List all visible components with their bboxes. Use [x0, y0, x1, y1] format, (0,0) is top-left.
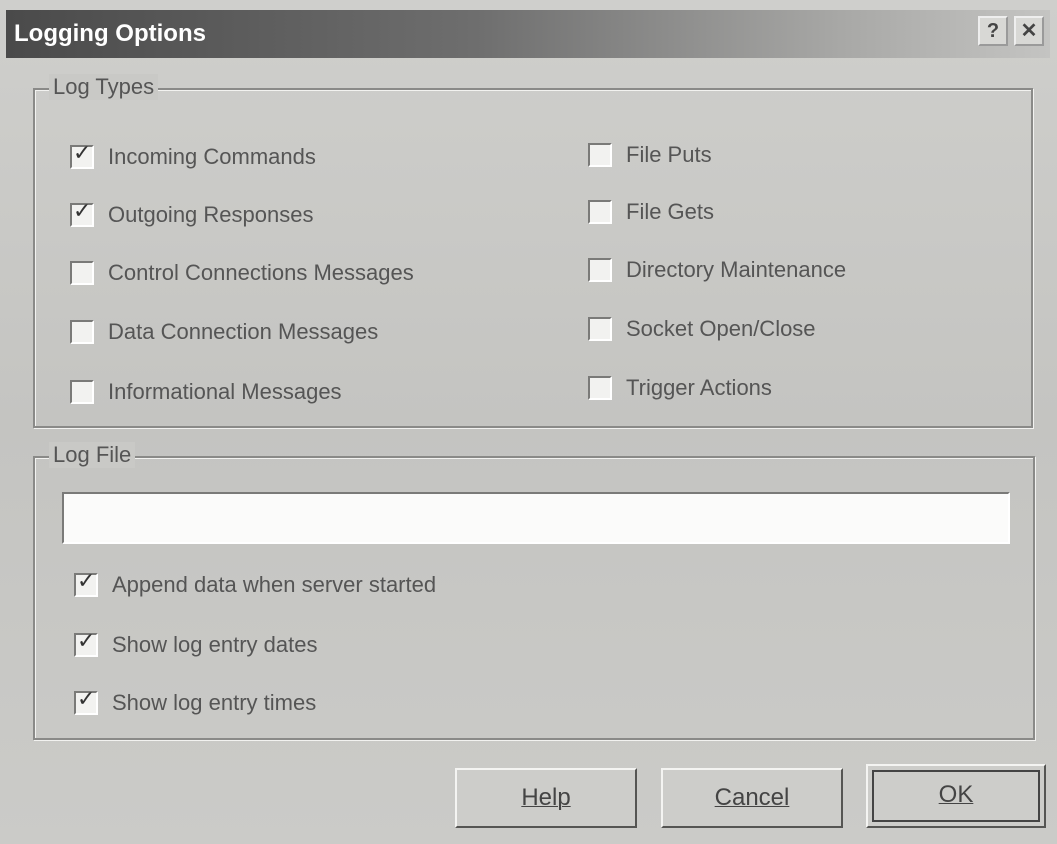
log-file-legend: Log File [49, 442, 136, 468]
window-title: Logging Options [14, 20, 206, 47]
checkbox-label: Control Connections Messages [108, 260, 414, 285]
help-button-label: Help [521, 784, 571, 811]
append-data-checkbox[interactable]: ✓ Append data when server started [74, 568, 437, 598]
check-icon: ✓ [77, 568, 96, 593]
checkbox-label: File Puts [626, 142, 712, 167]
data-connection-messages-checkbox[interactable]: Data Connection Messages [70, 319, 378, 345]
log-types-legend: Log Types [49, 74, 159, 100]
cancel-button-label: Cancel [714, 784, 790, 811]
file-puts-checkbox[interactable]: File Puts [588, 142, 712, 168]
checkbox-box[interactable]: ✓ [70, 140, 94, 169]
logging-options-dialog: Logging Options ? ✕ Log Types ✓ Incoming… [0, 0, 1057, 844]
checkbox-box[interactable] [588, 143, 612, 167]
checkbox-label: Directory Maintenance [626, 257, 847, 282]
checkbox-box[interactable] [70, 380, 94, 404]
log-file-path-input[interactable] [62, 492, 1010, 544]
checkbox-label: Socket Open/Close [626, 316, 816, 341]
checkbox-label: Append data when server started [112, 572, 437, 597]
checkbox-label: Show log entry times [112, 690, 317, 715]
incoming-commands-checkbox[interactable]: ✓ Incoming Commands [70, 140, 316, 170]
checkbox-box[interactable] [588, 376, 612, 400]
checkbox-label: Trigger Actions [626, 375, 772, 400]
help-button[interactable]: Help [455, 768, 637, 828]
check-icon: ✓ [77, 628, 96, 653]
show-log-entry-dates-checkbox[interactable]: ✓ Show log entry dates [74, 628, 318, 658]
checkbox-box[interactable] [588, 317, 612, 341]
checkbox-label: File Gets [626, 199, 715, 224]
checkbox-box[interactable] [588, 258, 612, 282]
show-log-entry-times-checkbox[interactable]: ✓ Show log entry times [74, 686, 317, 716]
check-icon: ✓ [77, 686, 96, 711]
checkbox-box[interactable] [70, 320, 94, 344]
control-connections-messages-checkbox[interactable]: Control Connections Messages [70, 260, 414, 286]
checkbox-label: Data Connection Messages [108, 319, 379, 344]
log-types-group: Log Types [33, 74, 1033, 428]
checkbox-label: Show log entry dates [112, 632, 318, 657]
checkbox-box[interactable]: ✓ [74, 568, 98, 597]
checkbox-box[interactable]: ✓ [74, 628, 98, 657]
checkbox-label: Incoming Commands [108, 144, 316, 169]
close-icon[interactable]: ✕ [1014, 16, 1044, 46]
socket-open-close-checkbox[interactable]: Socket Open/Close [588, 316, 816, 342]
trigger-actions-checkbox[interactable]: Trigger Actions [588, 375, 772, 401]
checkbox-box[interactable] [70, 261, 94, 285]
file-gets-checkbox[interactable]: File Gets [588, 199, 714, 225]
checkbox-label: Informational Messages [108, 379, 342, 404]
outgoing-responses-checkbox[interactable]: ✓ Outgoing Responses [70, 198, 314, 228]
title-bar[interactable]: Logging Options ? ✕ [6, 10, 1050, 58]
check-icon: ✓ [73, 140, 92, 165]
ok-button[interactable]: OK [866, 764, 1046, 828]
informational-messages-checkbox[interactable]: Informational Messages [70, 379, 342, 405]
ok-button-label: OK [938, 781, 974, 808]
cancel-button[interactable]: Cancel [661, 768, 843, 828]
help-icon[interactable]: ? [978, 16, 1008, 46]
checkbox-box[interactable] [588, 200, 612, 224]
directory-maintenance-checkbox[interactable]: Directory Maintenance [588, 257, 846, 283]
checkbox-box[interactable]: ✓ [74, 686, 98, 715]
check-icon: ✓ [73, 198, 92, 223]
checkbox-box[interactable]: ✓ [70, 198, 94, 227]
checkbox-label: Outgoing Responses [108, 202, 314, 227]
